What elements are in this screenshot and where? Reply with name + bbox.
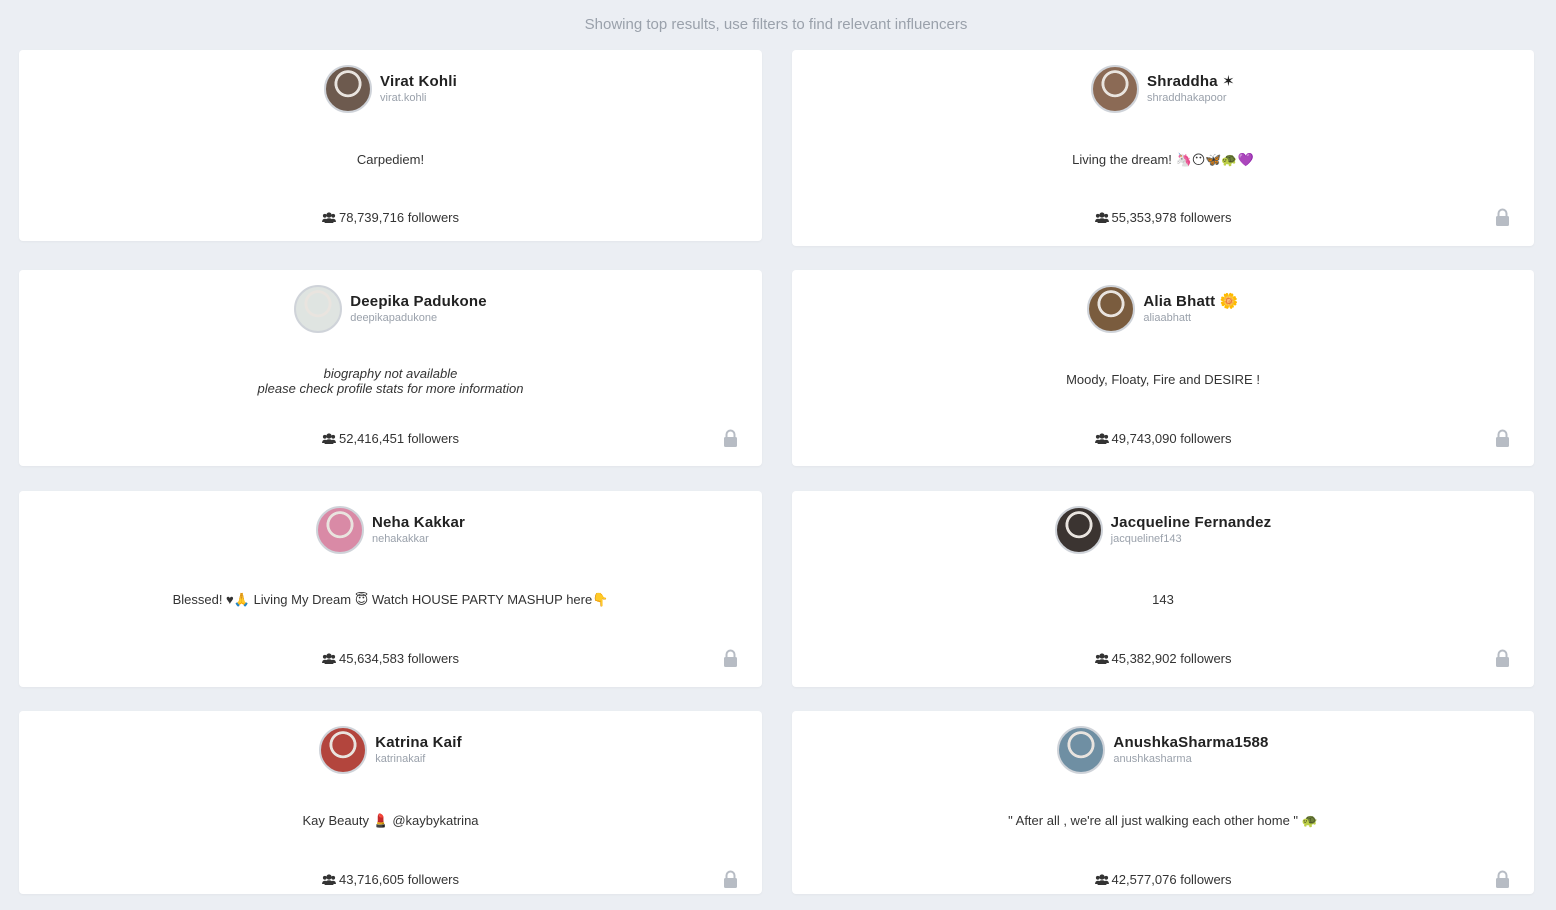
users-icon bbox=[1094, 874, 1109, 885]
influencer-name[interactable]: Deepika Padukone bbox=[350, 293, 487, 311]
influencer-name[interactable]: Katrina Kaif bbox=[375, 734, 462, 752]
users-icon bbox=[1094, 653, 1109, 664]
influencer-handle: shraddhakapoor bbox=[1147, 92, 1227, 105]
influencer-name[interactable]: Jacqueline Fernandez bbox=[1111, 514, 1272, 532]
results-notice: Showing top results, use filters to find… bbox=[584, 16, 968, 33]
followers-count: 45,382,902 followers bbox=[792, 651, 1534, 666]
bio-unavailable-line: biography not available bbox=[323, 366, 458, 381]
followers-number: 55,353,978 bbox=[1111, 210, 1177, 225]
followers-count: 43,716,605 followers bbox=[19, 872, 762, 887]
lock-icon[interactable] bbox=[1495, 870, 1510, 888]
influencer-name[interactable]: Alia Bhatt 🌼 bbox=[1143, 293, 1238, 311]
lock-icon[interactable] bbox=[1495, 429, 1510, 447]
influencer-name[interactable]: Shraddha ✶ bbox=[1147, 73, 1235, 91]
influencer-name[interactable]: AnushkaSharma1588 bbox=[1113, 734, 1268, 752]
followers-number: 49,743,090 bbox=[1111, 431, 1177, 446]
influencer-handle: aliaabhatt bbox=[1143, 312, 1192, 325]
influencer-card[interactable]: Shraddha ✶ shraddhakapoor Living the dre… bbox=[792, 50, 1534, 246]
influencer-bio-unavailable: biography not available please check pro… bbox=[19, 366, 762, 396]
followers-label: followers bbox=[1180, 872, 1232, 887]
followers-number: 43,716,605 bbox=[339, 872, 405, 887]
influencer-bio: 143 bbox=[1152, 592, 1174, 607]
avatar[interactable] bbox=[1087, 285, 1136, 333]
followers-label: followers bbox=[1180, 431, 1232, 446]
influencer-bio: " After all , we're all just walking eac… bbox=[1008, 813, 1318, 828]
influencer-card[interactable]: Neha Kakkar nehakakkar Blessed! ♥🙏 Livin… bbox=[19, 491, 762, 687]
influencer-bio: Carpediem! bbox=[356, 152, 425, 167]
lock-icon[interactable] bbox=[1495, 208, 1510, 226]
followers-label: followers bbox=[407, 651, 459, 666]
avatar[interactable] bbox=[315, 506, 364, 554]
followers-label: followers bbox=[1180, 210, 1232, 225]
followers-number: 78,739,716 bbox=[339, 210, 405, 225]
followers-number: 45,634,583 bbox=[339, 651, 405, 666]
followers-count: 42,577,076 followers bbox=[792, 872, 1534, 887]
followers-number: 42,577,076 bbox=[1111, 872, 1177, 887]
avatar[interactable] bbox=[324, 65, 373, 113]
avatar[interactable] bbox=[319, 726, 368, 774]
influencer-handle: anushkasharma bbox=[1113, 753, 1192, 766]
users-icon bbox=[322, 212, 336, 223]
influencer-name[interactable]: Neha Kakkar bbox=[372, 514, 465, 532]
influencer-bio: Kay Beauty 💄 @kaybykatrina bbox=[302, 813, 479, 828]
followers-label: followers bbox=[1180, 651, 1232, 666]
influencer-name[interactable]: Virat Kohli bbox=[380, 73, 457, 91]
influencer-handle: deepikapadukone bbox=[350, 312, 438, 325]
users-icon bbox=[1094, 212, 1109, 223]
influencer-handle: jacquelinef143 bbox=[1110, 533, 1182, 546]
users-icon bbox=[322, 433, 336, 444]
influencer-handle: virat.kohli bbox=[380, 92, 427, 105]
users-icon bbox=[322, 653, 336, 664]
followers-label: followers bbox=[407, 872, 459, 887]
followers-count: 52,416,451 followers bbox=[19, 431, 762, 446]
influencer-card[interactable]: Jacqueline Fernandez jacquelinef143 143 … bbox=[792, 491, 1534, 687]
followers-count: 55,353,978 followers bbox=[792, 210, 1534, 225]
influencer-bio: Moody, Floaty, Fire and DESIRE ! bbox=[1066, 372, 1260, 387]
followers-label: followers bbox=[407, 210, 459, 225]
avatar[interactable] bbox=[1057, 726, 1106, 774]
followers-label: followers bbox=[407, 431, 459, 446]
followers-number: 52,416,451 bbox=[339, 431, 405, 446]
influencer-card[interactable]: Virat Kohli virat.kohli Carpediem! 78,73… bbox=[19, 50, 762, 241]
users-icon bbox=[1094, 433, 1109, 444]
followers-count: 78,739,716 followers bbox=[19, 210, 762, 225]
bio-unavailable-hint: please check profile stats for more info… bbox=[257, 381, 524, 396]
avatar[interactable] bbox=[1091, 65, 1140, 113]
influencer-card[interactable]: Katrina Kaif katrinakaif Kay Beauty 💄 @k… bbox=[19, 711, 762, 894]
followers-count: 45,634,583 followers bbox=[19, 651, 762, 666]
followers-count: 49,743,090 followers bbox=[792, 431, 1534, 446]
lock-icon[interactable] bbox=[1495, 649, 1510, 667]
influencer-bio: Blessed! ♥🙏 Living My Dream 😇 Watch HOUS… bbox=[172, 592, 609, 607]
influencer-card[interactable]: Deepika Padukone deepikapadukone biograp… bbox=[19, 270, 762, 466]
lock-icon[interactable] bbox=[723, 429, 738, 447]
avatar[interactable] bbox=[294, 285, 343, 333]
influencer-bio: Living the dream! 🦄😶🦋🐢💜 bbox=[1072, 152, 1254, 167]
avatar[interactable] bbox=[1054, 506, 1103, 554]
influencer-card[interactable]: Alia Bhatt 🌼 aliaabhatt Moody, Floaty, F… bbox=[792, 270, 1534, 466]
followers-number: 45,382,902 bbox=[1111, 651, 1177, 666]
users-icon bbox=[322, 874, 336, 885]
influencer-handle: nehakakkar bbox=[371, 533, 429, 546]
influencer-results-page: Showing top results, use filters to find… bbox=[0, 0, 1556, 910]
lock-icon[interactable] bbox=[723, 870, 738, 888]
lock-icon[interactable] bbox=[723, 649, 738, 667]
influencer-card[interactable]: AnushkaSharma1588 anushkasharma " After … bbox=[792, 711, 1534, 894]
influencer-handle: katrinakaif bbox=[375, 753, 426, 766]
